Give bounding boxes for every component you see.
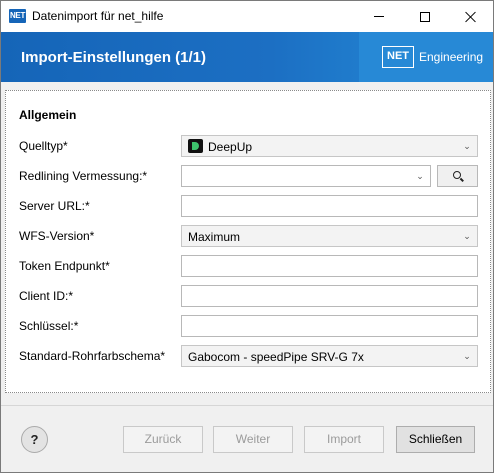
server-url-input[interactable] bbox=[181, 195, 478, 217]
next-button[interactable]: Weiter bbox=[213, 426, 293, 453]
maximize-button[interactable] bbox=[402, 1, 448, 32]
client-id-input[interactable] bbox=[181, 285, 478, 307]
brand-logo: NET Engineering bbox=[359, 32, 493, 82]
redlining-search-button[interactable] bbox=[437, 165, 478, 187]
app-icon: NET bbox=[9, 9, 26, 23]
help-button[interactable]: ? bbox=[21, 426, 48, 453]
brand-logo-box: NET bbox=[382, 46, 414, 68]
source-type-label: Quelltyp* bbox=[19, 139, 68, 153]
redlining-label: Redlining Vermessung:* bbox=[19, 169, 148, 183]
token-endpoint-input[interactable] bbox=[181, 255, 478, 277]
deepup-logo-icon bbox=[188, 139, 203, 153]
pipe-color-scheme-value: Gabocom - speedPipe SRV-G 7x bbox=[188, 350, 364, 364]
import-button[interactable]: Import bbox=[304, 426, 384, 453]
wfs-version-select[interactable]: Maximum ⌄ bbox=[181, 225, 478, 247]
pipe-color-scheme-select[interactable]: Gabocom - speedPipe SRV-G 7x ⌄ bbox=[181, 345, 478, 367]
settings-panel: Allgemein Quelltyp* DeepUp ⌄ Redlining V… bbox=[5, 90, 491, 393]
footer-divider bbox=[1, 405, 493, 406]
title-bar[interactable]: NET Datenimport für net_hilfe bbox=[1, 1, 493, 32]
section-title: Allgemein bbox=[19, 108, 77, 122]
back-button[interactable]: Zurück bbox=[123, 426, 203, 453]
chevron-down-icon: ⌄ bbox=[463, 141, 471, 151]
key-label: Schlüssel:* bbox=[19, 319, 79, 333]
minimize-button[interactable] bbox=[356, 1, 402, 32]
pipe-color-scheme-label: Standard-Rohrfarbschema* bbox=[19, 349, 166, 363]
client-id-label: Client ID:* bbox=[19, 289, 74, 303]
chevron-down-icon: ⌄ bbox=[416, 171, 424, 181]
window-title: Datenimport für net_hilfe bbox=[32, 9, 164, 23]
source-type-select[interactable]: DeepUp ⌄ bbox=[181, 135, 478, 157]
maximize-icon bbox=[420, 11, 430, 22]
server-url-label: Server URL:* bbox=[19, 199, 90, 213]
page-title: Import-Einstellungen (1/1) bbox=[21, 49, 207, 66]
token-endpoint-label: Token Endpunkt* bbox=[19, 259, 110, 273]
close-button[interactable]: Schließen bbox=[396, 426, 475, 453]
chevron-down-icon: ⌄ bbox=[463, 231, 471, 241]
header-banner: Import-Einstellungen (1/1) NET Engineeri… bbox=[1, 32, 493, 82]
key-input[interactable] bbox=[181, 315, 478, 337]
chevron-down-icon: ⌄ bbox=[463, 351, 471, 361]
search-icon bbox=[453, 171, 461, 179]
brand-logo-text: Engineering bbox=[419, 50, 484, 64]
wfs-version-label: WFS-Version* bbox=[19, 229, 95, 243]
minimize-icon bbox=[374, 16, 384, 17]
source-type-value: DeepUp bbox=[208, 140, 253, 154]
close-window-button[interactable] bbox=[448, 1, 493, 32]
import-dialog-window: NET Datenimport für net_hilfe Import-Ein… bbox=[0, 0, 494, 473]
close-icon bbox=[465, 11, 477, 23]
wfs-version-value: Maximum bbox=[188, 230, 241, 244]
redlining-select[interactable]: ⌄ bbox=[181, 165, 431, 187]
